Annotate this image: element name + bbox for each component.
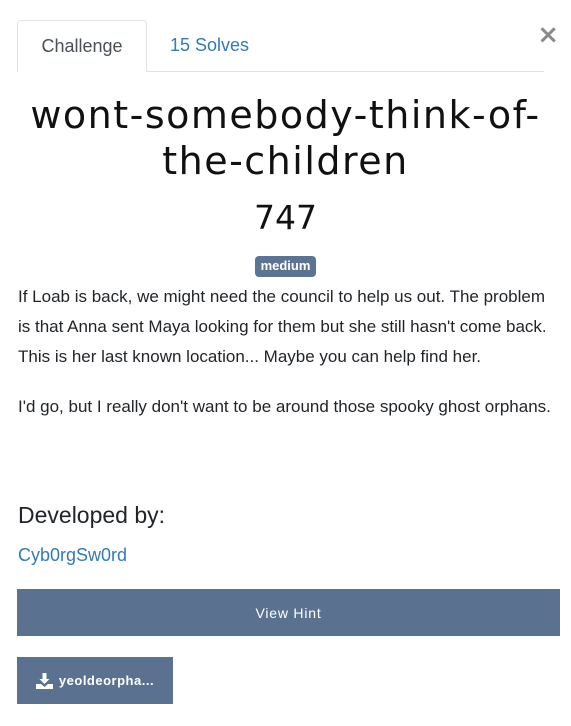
view-hint-button[interactable]: View Hint: [17, 589, 560, 636]
file-download-button[interactable]: yeoldeorpha...: [17, 657, 173, 704]
file-name-label: yeoldeorpha...: [58, 673, 155, 688]
tab-bar: Challenge 15 Solves: [17, 19, 544, 72]
tab-solves[interactable]: 15 Solves: [147, 20, 272, 71]
challenge-description: If Loab is back, we might need the counc…: [18, 282, 558, 442]
tab-challenge[interactable]: Challenge: [17, 20, 147, 72]
developed-by-heading: Developed by:: [18, 502, 166, 528]
challenge-title: wont-somebody-think-of-the-children: [30, 93, 541, 183]
download-icon: [35, 672, 53, 689]
difficulty-badge: medium: [254, 256, 317, 277]
developer-link[interactable]: Cyb0rgSw0rd: [18, 542, 127, 568]
difficulty-badge-wrapper: medium: [0, 256, 571, 277]
challenge-modal: × Challenge 15 Solves wont-somebody-thin…: [0, 0, 571, 726]
description-paragraph: If Loab is back, we might need the counc…: [18, 287, 547, 366]
challenge-value: 747: [254, 198, 317, 237]
description-paragraph: I'd go, but I really don't want to be ar…: [18, 397, 551, 416]
